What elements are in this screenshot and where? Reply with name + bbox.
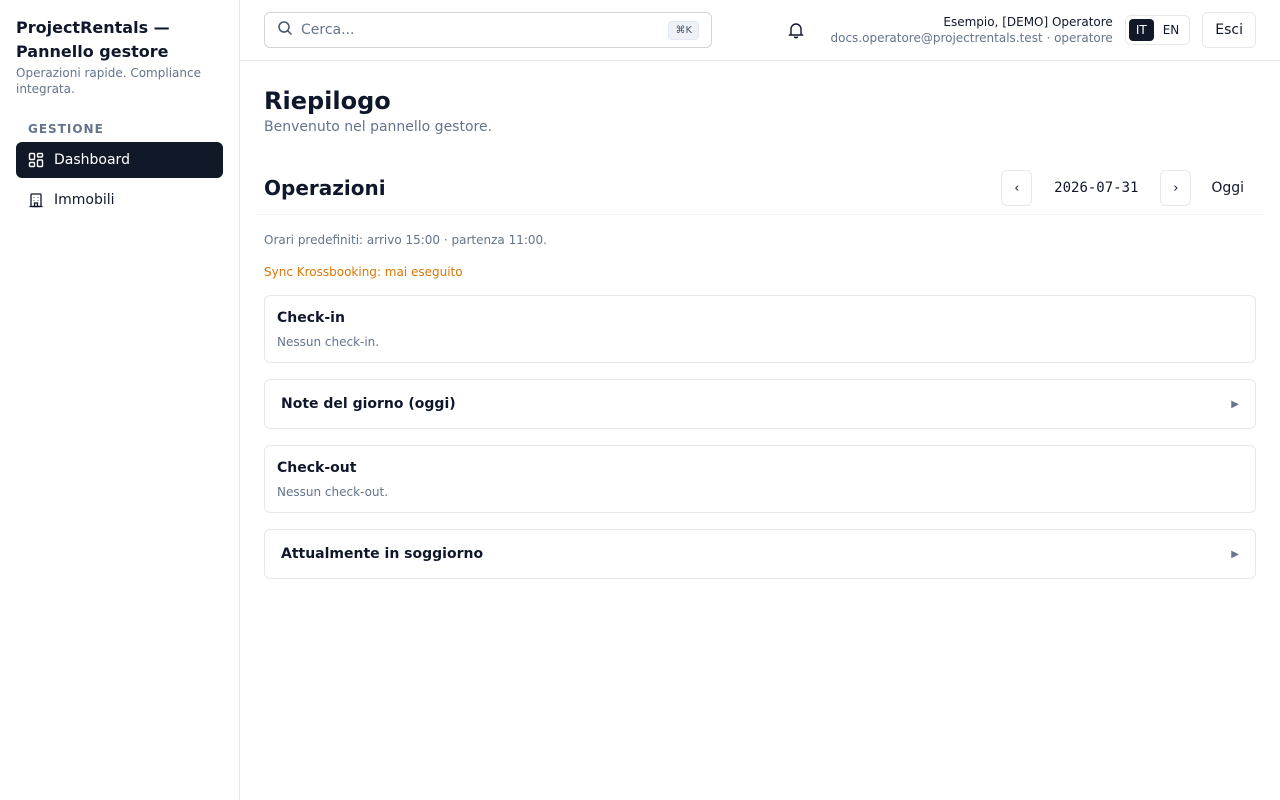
nav-section-label: GESTIONE xyxy=(28,122,104,136)
checkout-card: Check-out Nessun check-out. xyxy=(264,445,1256,513)
sidebar-nav: Dashboard Immobili xyxy=(16,142,223,218)
prev-day-button[interactable]: ‹ xyxy=(1001,170,1033,206)
sidebar-item-dashboard[interactable]: Dashboard xyxy=(16,142,223,178)
caret-right-icon: ▶ xyxy=(1231,398,1239,410)
today-button[interactable]: Oggi xyxy=(1199,170,1256,206)
main-area: ⌘K Esempio, [DEMO] Operatore docs.operat… xyxy=(240,0,1280,800)
building-icon xyxy=(28,192,44,208)
checkin-title: Check-in xyxy=(277,310,345,326)
checkout-empty: Nessun check-out. xyxy=(277,485,389,499)
notes-collapsible[interactable]: Note del giorno (oggi) ▶ xyxy=(264,379,1256,429)
user-name: Esempio, [DEMO] Operatore xyxy=(943,15,1113,29)
search-input[interactable] xyxy=(301,22,661,38)
staying-title: Attualmente in soggiorno xyxy=(281,546,484,562)
brand-title: ProjectRentals — Pannello gestore xyxy=(16,18,170,61)
caret-right-icon: ▶ xyxy=(1231,548,1239,560)
staying-collapsible[interactable]: Attualmente in soggiorno ▶ xyxy=(264,529,1256,579)
search-shortcut: ⌘K xyxy=(668,20,699,40)
operations-header: Operazioni ‹ 2026-07-31 › Oggi xyxy=(264,170,1256,206)
page-title: Riepilogo xyxy=(264,87,391,115)
logout-button[interactable]: Esci xyxy=(1202,12,1256,48)
language-switcher: IT EN xyxy=(1124,15,1191,45)
content: Riepilogo Benvenuto nel pannello gestore… xyxy=(240,61,1280,603)
lang-en-button[interactable]: EN xyxy=(1156,19,1187,41)
lang-it-button[interactable]: IT xyxy=(1128,19,1154,41)
operations-title: Operazioni xyxy=(264,176,386,200)
next-day-button[interactable]: › xyxy=(1160,170,1192,206)
notes-title: Note del giorno (oggi) xyxy=(281,396,456,412)
topbar: ⌘K Esempio, [DEMO] Operatore docs.operat… xyxy=(240,0,1280,61)
current-date: 2026-07-31 xyxy=(1054,180,1139,196)
sidebar: ProjectRentals — Pannello gestore Operaz… xyxy=(0,0,240,800)
search-icon xyxy=(277,20,293,40)
search-box[interactable]: ⌘K xyxy=(264,12,712,48)
divider xyxy=(256,214,1264,215)
checkout-title: Check-out xyxy=(277,460,357,476)
date-controls: ‹ 2026-07-31 › Oggi xyxy=(1001,170,1256,206)
sidebar-item-immobili[interactable]: Immobili xyxy=(16,182,223,218)
dashboard-icon xyxy=(28,152,44,168)
default-times-hint: Orari predefiniti: arrivo 15:00 · parten… xyxy=(264,233,547,247)
page-subtitle: Benvenuto nel pannello gestore. xyxy=(264,119,493,135)
sidebar-item-label: Immobili xyxy=(54,192,115,208)
user-email-role: docs.operatore@projectrentals.test · ope… xyxy=(830,31,1113,45)
checkin-empty: Nessun check-in. xyxy=(277,335,380,349)
brand-subtitle: Operazioni rapide. Compliance integrata. xyxy=(16,66,201,96)
sidebar-item-label: Dashboard xyxy=(54,152,130,168)
sync-status: Sync Krossbooking: mai eseguito xyxy=(264,265,463,279)
app-root: ProjectRentals — Pannello gestore Operaz… xyxy=(0,0,1280,800)
checkin-card: Check-in Nessun check-in. xyxy=(264,295,1256,363)
user-info: Esempio, [DEMO] Operatore docs.operatore… xyxy=(830,14,1112,46)
bell-icon[interactable] xyxy=(786,20,806,40)
